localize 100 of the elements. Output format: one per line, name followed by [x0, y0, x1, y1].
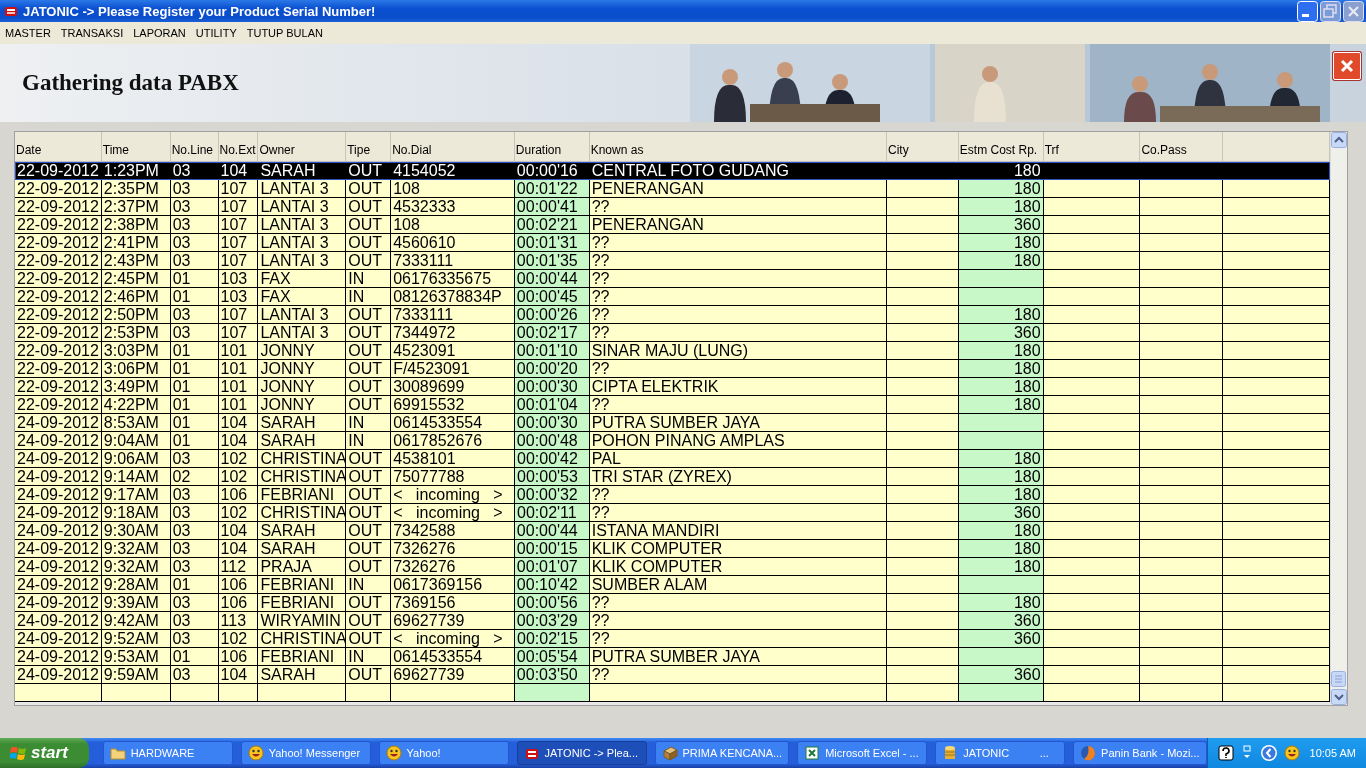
taskbar-button[interactable]: Panin Bank - Mozi...: [1073, 741, 1207, 765]
taskbar-button[interactable]: Yahoo!: [378, 741, 509, 765]
column-header[interactable]: Trf: [1043, 132, 1141, 161]
table-cell: 180: [958, 360, 1044, 378]
column-header[interactable]: Co.Pass: [1140, 132, 1224, 161]
table-cell: IN: [346, 648, 392, 666]
table-row[interactable]: 24-09-2012 9:39AM 03 106 FEBRIANI OUT 7369156 00:00'56 ?? 180: [15, 594, 1330, 612]
menu-item[interactable]: LAPORAN: [128, 27, 191, 39]
table-cell: 3:06PM: [101, 360, 171, 378]
table-cell: PRAJA: [258, 558, 347, 576]
column-header[interactable]: Date: [15, 132, 102, 161]
table-cell: 2:35PM: [101, 180, 171, 198]
table-cell: 03: [170, 486, 219, 504]
table-row[interactable]: 22-09-2012 3:49PM 01 101 JONNY OUT 30089699 00:00'30 CIPTA ELEKTRIK 180: [15, 378, 1330, 396]
menu-item[interactable]: TUTUP BULAN: [241, 27, 328, 39]
table-cell: 00:05'54: [514, 648, 590, 666]
chevron-icon[interactable]: [1259, 744, 1278, 762]
close-button[interactable]: [1343, 0, 1364, 22]
taskbar-button[interactable]: JATONIC -> Plea...: [516, 741, 647, 765]
restore-button[interactable]: [1320, 0, 1341, 22]
taskbar-button[interactable]: JATONIC ...: [935, 741, 1066, 765]
table-row[interactable]: 22-09-2012 2:50PM 03 107 LANTAI 3 OUT 7333111 00:00'26 ?? 180: [15, 306, 1330, 324]
table-cell: 24-09-2012: [15, 450, 102, 468]
scroll-thumb[interactable]: [1331, 671, 1346, 687]
table-cell: 360: [958, 504, 1044, 522]
column-header[interactable]: Estm Cost Rp.: [958, 132, 1044, 161]
table-cell: 7342588: [391, 522, 515, 540]
table-cell: 24-09-2012: [15, 522, 102, 540]
table-cell: 00:00'44: [514, 522, 590, 540]
column-header[interactable]: Time: [101, 132, 171, 161]
table-row[interactable]: 22-09-2012 3:06PM 01 101 JONNY OUT F/4523091 00:00'20 ?? 180: [15, 360, 1330, 378]
minimize-button[interactable]: [1297, 0, 1318, 22]
scroll-down-icon[interactable]: [1331, 689, 1347, 705]
menu-item[interactable]: MASTER: [0, 27, 56, 39]
table-cell: IN: [346, 576, 392, 594]
table-cell: CHRISTINA: [258, 504, 347, 522]
table-cell: 107: [218, 216, 259, 234]
help-icon[interactable]: [1217, 745, 1234, 761]
table-cell: 00:03'50: [514, 666, 590, 684]
table-row[interactable]: 24-09-2012 9:17AM 03 106 FEBRIANI OUT < incoming > 00:00'32 ?? 180: [15, 486, 1330, 504]
table-row[interactable]: 24-09-2012 9:06AM 03 102 CHRISTINA OUT 4538101 00:00'42 PAL 180: [15, 450, 1330, 468]
taskbar-button[interactable]: Yahoo! Messenger: [240, 741, 371, 765]
table-cell: 104: [218, 522, 259, 540]
table-row[interactable]: 24-09-2012 9:28AM 01 106 FEBRIANI IN 0617369156 00:10'42 SUMBER ALAM: [15, 576, 1330, 594]
column-header[interactable]: City: [887, 132, 959, 161]
menu-item[interactable]: TRANSAKSI: [55, 27, 129, 39]
table-cell: OUT: [346, 396, 392, 414]
table-row[interactable]: 22-09-2012 2:43PM 03 107 LANTAI 3 OUT 7333111 00:01'35 ?? 180: [15, 252, 1330, 270]
table-row[interactable]: 22-09-2012 2:46PM 01 103 FAX IN 08126378834P 00:00'45 ??: [15, 288, 1330, 306]
column-header[interactable]: No.Ext: [218, 132, 259, 161]
table-row[interactable]: 24-09-2012 9:52AM 03 102 CHRISTINA OUT < incoming > 00:02'15 ?? 360: [15, 630, 1330, 648]
table-row[interactable]: 22-09-2012 2:53PM 03 107 LANTAI 3 OUT 7344972 00:02'17 ?? 360: [15, 324, 1330, 342]
table-row[interactable]: 22-09-2012 2:41PM 03 107 LANTAI 3 OUT 4560610 00:01'31 ?? 180: [15, 234, 1330, 252]
table-cell: 9:32AM: [101, 540, 171, 558]
table-cell: OUT: [346, 198, 392, 216]
table-row[interactable]: 24-09-2012 9:42AM 03 113 WIRYAMIN OUT 69627739 00:03'29 ?? 360: [15, 612, 1330, 630]
table-row[interactable]: 24-09-2012 9:14AM 02 102 CHRISTINA OUT 75077788 00:00'53 TRI STAR (ZYREX) 180: [15, 468, 1330, 486]
column-header[interactable]: No.Dial: [391, 132, 515, 161]
table-cell: 360: [958, 324, 1044, 342]
start-button[interactable]: start: [0, 738, 90, 768]
table-row[interactable]: 24-09-2012 9:32AM 03 104 SARAH OUT 7326276 00:00'15 KLIK COMPUTER 180: [15, 540, 1330, 558]
table-row[interactable]: 22-09-2012 4:22PM 01 101 JONNY OUT 69915532 00:01'04 ?? 180: [15, 396, 1330, 414]
table-cell: 00:10'42: [514, 576, 590, 594]
table-row[interactable]: 24-09-2012 9:59AM 03 104 SARAH OUT 69627739 00:03'50 ?? 360: [15, 666, 1330, 684]
table-row[interactable]: 24-09-2012 8:53AM 01 104 SARAH IN 0614533554 00:00'30 PUTRA SUMBER JAYA: [15, 414, 1330, 432]
table-row[interactable]: 22-09-2012 3:03PM 01 101 JONNY OUT 4523091 00:01'10 SINAR MAJU (LUNG) 180: [15, 342, 1330, 360]
taskbar-button[interactable]: Microsoft Excel - ...: [797, 741, 928, 765]
column-header[interactable]: Owner: [258, 132, 347, 161]
table-cell: 104: [218, 414, 259, 432]
table-cell: SARAH: [258, 414, 347, 432]
table-row[interactable]: 22-09-2012 2:37PM 03 107 LANTAI 3 OUT 4532333 00:00'41 ?? 180: [15, 198, 1330, 216]
table-cell: 104: [218, 432, 259, 450]
scrollbar[interactable]: [1330, 132, 1347, 705]
menu-item[interactable]: UTILITY: [190, 27, 242, 39]
table-row[interactable]: 22-09-2012 1:23PM 03 104 SARAH OUT 4154052 00:00'16 CENTRAL FOTO GUDANG 180: [15, 162, 1330, 180]
scroll-up-icon[interactable]: [1331, 132, 1347, 148]
table-row[interactable]: 22-09-2012 2:45PM 01 103 FAX IN 06176335675 00:00'44 ??: [15, 270, 1330, 288]
column-header[interactable]: Duration: [514, 132, 590, 161]
column-header[interactable]: Tipe: [346, 132, 392, 161]
taskbar-button[interactable]: HARDWARE: [102, 741, 233, 765]
column-header[interactable]: No.Line: [170, 132, 219, 161]
table-row[interactable]: 24-09-2012 9:53AM 01 106 FEBRIANI IN 0614533554 00:05'54 PUTRA SUMBER JAYA: [15, 648, 1330, 666]
table-cell: 00:01'04: [514, 396, 590, 414]
table-row[interactable]: 24-09-2012 9:32AM 03 112 PRAJA OUT 7326276 00:01'07 KLIK COMPUTER 180: [15, 558, 1330, 576]
table-cell: 9:59AM: [101, 666, 171, 684]
table-cell: 4560610: [391, 234, 515, 252]
table-cell: 180: [958, 558, 1044, 576]
taskbar-button[interactable]: PRIMA KENCANA...: [654, 741, 790, 765]
table-cell: 2:46PM: [101, 288, 171, 306]
table-cell: 0614533554: [391, 414, 515, 432]
table-row[interactable]: 22-09-2012 2:38PM 03 107 LANTAI 3 OUT 108 00:02'21 PENERANGAN 360: [15, 216, 1330, 234]
table-cell: 102: [218, 468, 259, 486]
table-row[interactable]: 24-09-2012 9:04AM 01 104 SARAH IN 0617852676 00:00'48 POHON PINANG AMPLAS: [15, 432, 1330, 450]
table-row[interactable]: 22-09-2012 2:35PM 03 107 LANTAI 3 OUT 108 00:01'22 PENERANGAN 180: [15, 180, 1330, 198]
smiley-icon[interactable]: [1283, 745, 1300, 761]
column-header[interactable]: Known as: [589, 132, 887, 161]
table-cell: 03: [170, 324, 219, 342]
table-row[interactable]: 24-09-2012 9:18AM 03 102 CHRISTINA OUT < incoming > 00:02'11 ?? 360: [15, 504, 1330, 522]
table-row[interactable]: 24-09-2012 9:30AM 03 104 SARAH OUT 7342588 00:00'44 ISTANA MANDIRI 180: [15, 522, 1330, 540]
table-cell: ??: [589, 360, 887, 378]
